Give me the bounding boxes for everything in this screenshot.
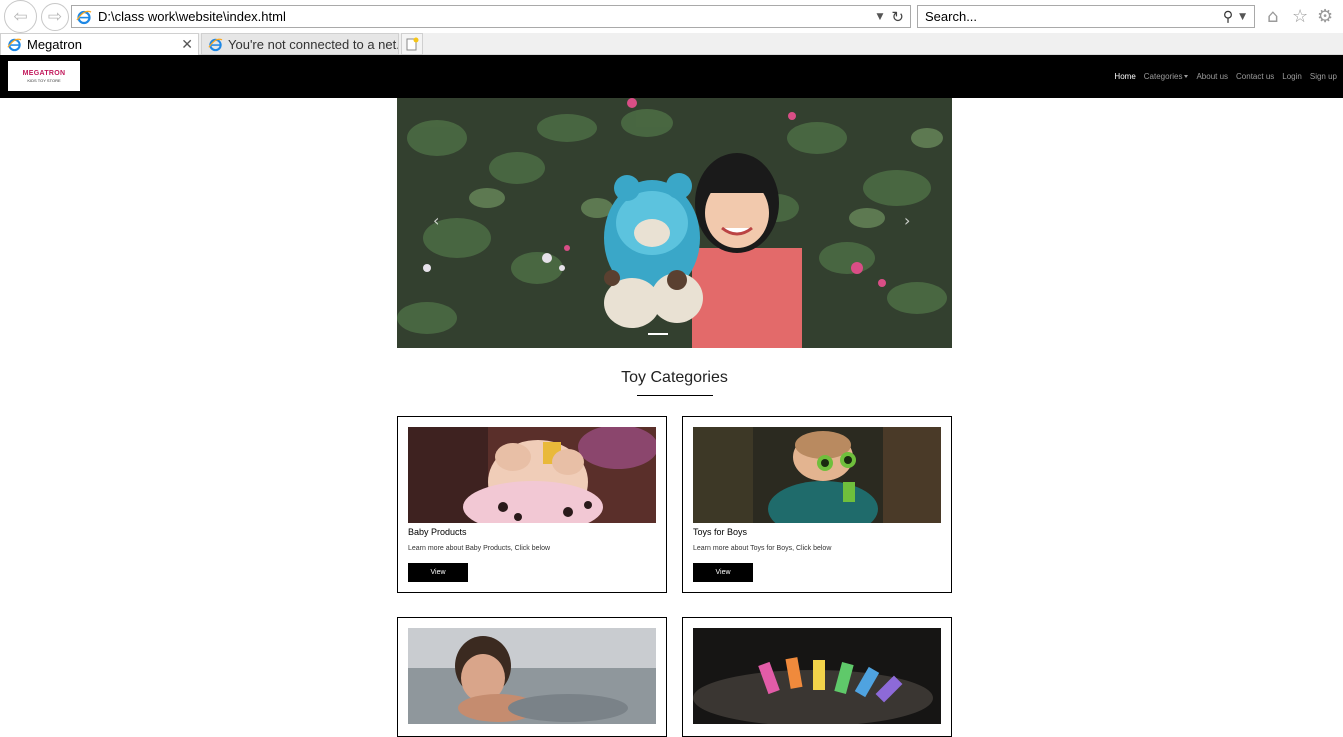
new-tab-button[interactable] (401, 33, 423, 55)
carousel-next-icon[interactable]: › (904, 211, 910, 230)
arrow-right-icon: ⇨ (47, 7, 63, 27)
section-title: Toy Categories (621, 369, 728, 386)
site-logo[interactable]: MEGATRON KIDS TOY STORE (8, 61, 80, 91)
carousel-indicator-active[interactable] (648, 333, 668, 335)
hero-image (397, 98, 952, 348)
search-input[interactable]: Search... ⚲ ▼ (917, 5, 1255, 28)
internet-explorer-icon (208, 38, 223, 51)
hero-carousel: ‹ › (397, 98, 952, 348)
caret-down-icon (1184, 75, 1189, 79)
site-navbar: MEGATRON KIDS TOY STORE Home Categories … (0, 55, 1343, 98)
category-card-toys-for-boys: Toys for Boys Learn more about Toys for … (682, 416, 952, 593)
tab-label: Megatron (27, 37, 82, 52)
search-icon[interactable]: ⚲ (1223, 9, 1233, 25)
back-button[interactable]: ⇦ (4, 0, 37, 33)
nav-contact-us[interactable]: Contact us (1236, 72, 1274, 81)
logo-subtitle: KIDS TOY STORE (27, 77, 61, 83)
refresh-icon[interactable]: ↻ (891, 8, 904, 26)
internet-explorer-icon (7, 38, 22, 52)
nav-categories-label: Categories (1143, 72, 1183, 81)
address-bar[interactable]: D:\class work\website\index.html ▼ ↻ (71, 5, 911, 28)
card-image (693, 427, 941, 523)
section-divider (637, 395, 713, 396)
nav-about-us[interactable]: About us (1196, 72, 1228, 81)
arrow-left-icon: ⇦ (13, 6, 28, 27)
card-text: Learn more about Toys for Boys, Click be… (693, 545, 832, 552)
tab-megatron[interactable]: Megatron ✕ (0, 33, 199, 55)
gear-icon[interactable]: ⚙ (1317, 6, 1333, 27)
tab-label: You're not connected to a net... (228, 36, 398, 52)
nav-links: Home Categories About us Contact us Logi… (1114, 72, 1337, 81)
card-text: Learn more about Baby Products, Click be… (408, 545, 551, 552)
internet-explorer-icon (76, 10, 92, 24)
close-icon[interactable]: ✕ (181, 37, 193, 53)
category-card-4 (682, 617, 952, 737)
chevron-down-icon[interactable]: ▼ (877, 12, 884, 22)
tab-strip: Megatron ✕ You're not connected to a net… (0, 33, 1343, 55)
card-title: Toys for Boys (693, 527, 748, 537)
carousel-prev-icon[interactable]: ‹ (433, 211, 439, 230)
category-card-baby-products: Baby Products Learn more about Baby Prod… (397, 416, 667, 593)
chevron-down-icon[interactable]: ▼ (1239, 12, 1246, 22)
card-title: Baby Products (408, 527, 467, 537)
url-text: D:\class work\website\index.html (98, 9, 286, 24)
category-card-3 (397, 617, 667, 737)
card-image (408, 427, 656, 523)
new-tab-icon (406, 37, 419, 51)
logo-title: MEGATRON (22, 69, 66, 77)
view-button[interactable]: View (408, 563, 468, 582)
tab-not-connected[interactable]: You're not connected to a net... (201, 33, 399, 55)
card-image (408, 628, 656, 724)
browser-toolbar: ⇦ ⇨ D:\class work\website\index.html ▼ ↻… (0, 0, 1343, 33)
nav-login[interactable]: Login (1282, 72, 1302, 81)
home-icon[interactable]: ⌂ (1267, 6, 1278, 27)
star-icon[interactable]: ☆ (1292, 6, 1308, 27)
nav-home[interactable]: Home (1114, 72, 1135, 81)
forward-button[interactable]: ⇨ (41, 3, 69, 31)
nav-sign-up[interactable]: Sign up (1310, 72, 1337, 81)
card-image (693, 628, 941, 724)
view-button[interactable]: View (693, 563, 753, 582)
nav-categories[interactable]: Categories (1144, 72, 1189, 81)
search-placeholder: Search... (925, 9, 978, 24)
